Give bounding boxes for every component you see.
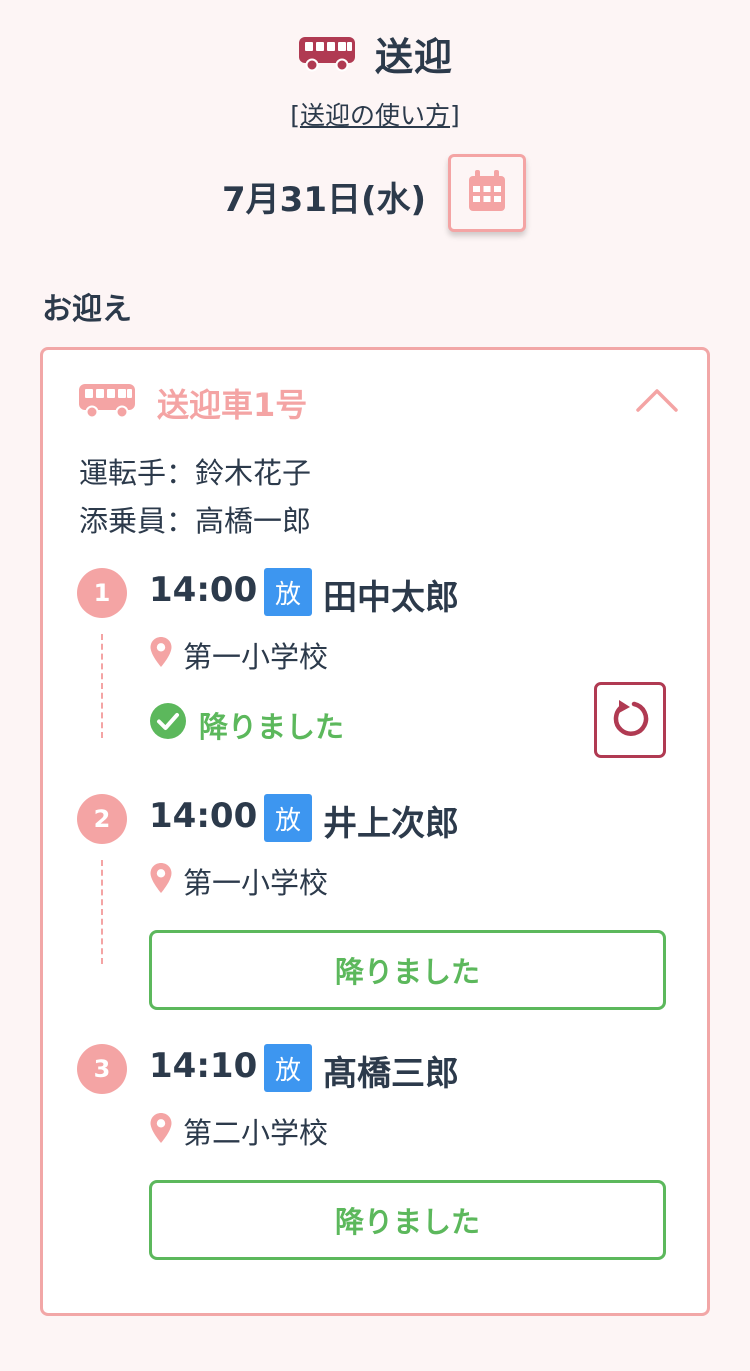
route-divider	[101, 634, 103, 738]
howto-link[interactable]: 送迎の使い方	[300, 101, 450, 130]
alighted-status: 降りました	[149, 702, 344, 747]
check-circle-icon	[149, 702, 187, 747]
alighted-button[interactable]: 降りました	[149, 1180, 666, 1260]
vehicle-header: 送迎車1号	[77, 380, 307, 426]
stop-item: 3 14:10 放 髙橋三郎 第二小学校 降りました	[77, 1044, 677, 1264]
location-pin-icon	[149, 862, 173, 901]
howto-bracket-close: ]	[450, 101, 460, 130]
vehicle-name: 送迎車1号	[157, 386, 308, 424]
stop-number: 1	[77, 568, 127, 618]
calendar-button[interactable]	[448, 154, 526, 232]
school-location: 第一小学校	[149, 860, 328, 902]
child-name: 田中太郎	[323, 578, 459, 618]
driver-line: 運転手：鈴木花子	[79, 456, 312, 490]
vehicle-card: 送迎車1号 運転手：鈴木花子 添乗員：高橋一郎 1 14:00 放 田中太郎 第…	[40, 347, 710, 1316]
school-name: 第一小学校	[183, 640, 329, 674]
location-pin-icon	[149, 636, 173, 675]
calendar-icon	[467, 169, 507, 217]
after-school-badge: 放	[264, 794, 312, 842]
child-name: 髙橋三郎	[323, 1054, 459, 1094]
bus-icon	[77, 382, 137, 424]
collapse-chevron-icon[interactable]	[635, 384, 679, 414]
title-wrap: 送迎	[0, 26, 750, 81]
route-divider	[101, 860, 103, 964]
page-title: 送迎	[374, 35, 453, 79]
undo-icon	[610, 698, 650, 742]
section-title: お迎え	[42, 292, 132, 327]
howto-line: [送迎の使い方]	[0, 96, 750, 132]
stop-time: 14:10	[149, 1046, 258, 1086]
stop-number: 3	[77, 1044, 127, 1094]
stop-time: 14:00	[149, 570, 258, 610]
school-location: 第一小学校	[149, 634, 328, 676]
page-header: 送迎	[0, 0, 750, 100]
howto-bracket-open: [	[290, 101, 300, 130]
after-school-badge: 放	[264, 568, 312, 616]
school-name: 第二小学校	[183, 1116, 329, 1150]
date-row: 7月31日(水)	[0, 152, 750, 232]
school-location: 第二小学校	[149, 1110, 328, 1152]
bus-icon	[297, 35, 357, 73]
after-school-badge: 放	[264, 1044, 312, 1092]
child-name: 井上次郎	[323, 804, 459, 844]
stop-item: 2 14:00 放 井上次郎 第一小学校 降りました	[77, 794, 677, 1014]
undo-button[interactable]	[594, 682, 666, 758]
school-name: 第一小学校	[183, 866, 329, 900]
status-label: 降りました	[199, 709, 345, 744]
date-label: 7月31日(水)	[222, 180, 427, 220]
attendant-line: 添乗員：高橋一郎	[79, 504, 312, 538]
stop-time: 14:00	[149, 796, 258, 836]
stop-number: 2	[77, 794, 127, 844]
location-pin-icon	[149, 1112, 173, 1151]
alighted-button[interactable]: 降りました	[149, 930, 666, 1010]
stop-item: 1 14:00 放 田中太郎 第一小学校 降りました	[77, 568, 677, 768]
